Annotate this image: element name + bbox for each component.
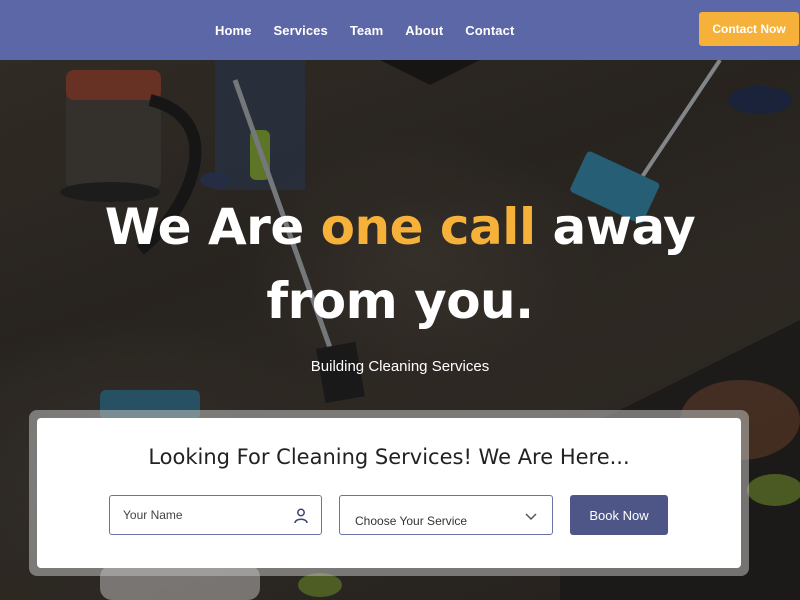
nav-links: Home Services Team About Contact xyxy=(215,0,536,60)
hero-subtitle: Building Cleaning Services xyxy=(310,358,490,375)
hero-title-part2: away xyxy=(535,198,696,256)
nav-link-services[interactable]: Services xyxy=(274,23,328,38)
name-field xyxy=(109,495,322,535)
user-icon xyxy=(294,508,308,524)
service-select[interactable]: Choose Your Service xyxy=(339,495,553,535)
hero-title-line2: from you. xyxy=(266,272,534,330)
top-navbar: Home Services Team About Contact Contact… xyxy=(0,0,800,60)
hero-title-accent: one call xyxy=(320,198,536,256)
hero-title: We Are one call away from you. xyxy=(0,190,800,338)
book-now-button[interactable]: Book Now xyxy=(570,495,668,535)
service-select-value: Choose Your Service xyxy=(355,514,468,528)
chevron-down-icon xyxy=(525,513,537,521)
nav-link-about[interactable]: About xyxy=(405,23,443,38)
nav-link-home[interactable]: Home xyxy=(215,23,252,38)
hero-title-part1: We Are xyxy=(104,198,321,256)
contact-now-button[interactable]: Contact Now xyxy=(699,12,799,46)
booking-heading: Looking For Cleaning Services! We Are He… xyxy=(148,445,630,469)
nav-link-contact[interactable]: Contact xyxy=(465,23,514,38)
name-input[interactable] xyxy=(123,496,293,534)
booking-card: Looking For Cleaning Services! We Are He… xyxy=(37,418,741,568)
nav-link-team[interactable]: Team xyxy=(350,23,383,38)
